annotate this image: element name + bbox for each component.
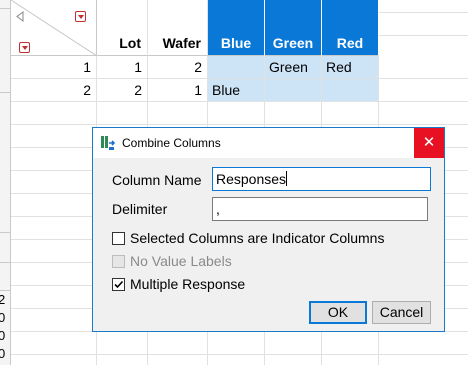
indicator-columns-checkbox[interactable] [112,232,125,245]
combine-columns-dialog: Combine Columns ✕ Column Name Responses … [92,127,445,332]
cell-red[interactable]: Red [322,56,378,78]
row-number[interactable]: 2 [11,79,97,101]
left-strip-digit: 0 [0,328,6,343]
column-header-label: Wafer [162,35,201,51]
column-name-label: Column Name [112,172,202,188]
cell-lot[interactable]: 1 [97,56,148,78]
ok-button[interactable]: OK [309,301,367,324]
column-header-lot[interactable]: Lot [97,0,148,56]
column-header-wafer[interactable]: Wafer [148,0,208,56]
cell-red[interactable] [322,79,378,101]
column-header-label: Blue [220,35,252,51]
close-button[interactable]: ✕ [414,128,444,158]
column-name-field[interactable]: Responses [212,167,431,191]
cell-green[interactable]: Green [265,56,321,78]
left-panel-strip: 2 0 0 0 [0,0,11,365]
table-corner [11,0,97,56]
cell-green[interactable] [265,79,321,101]
multiple-response-label: Multiple Response [130,276,246,292]
cell-wafer[interactable]: 2 [148,56,208,78]
no-value-labels-checkbox[interactable] [112,255,125,268]
column-name-value: Responses [216,171,287,187]
combine-columns-icon [101,136,116,150]
column-header-label: Red [336,35,364,51]
indicator-columns-label: Selected Columns are Indicator Columns [130,230,385,246]
dialog-title: Combine Columns [122,136,221,150]
left-strip-digit: 0 [0,346,6,361]
text-caret [286,171,288,186]
no-value-labels-label: No Value Labels [130,253,232,269]
cancel-button[interactable]: Cancel [372,301,431,324]
column-header-label: Green [272,35,314,51]
column-header-green[interactable]: Green [265,0,322,56]
column-header-label: Lot [119,35,141,51]
delimiter-label: Delimiter [112,201,168,217]
dialog-titlebar[interactable]: Combine Columns ✕ [93,128,444,158]
rows-menu-icon[interactable] [19,42,30,53]
cell-blue[interactable] [208,56,264,78]
left-strip-digit: 0 [0,310,6,325]
left-strip-digit: 2 [0,292,6,307]
delimiter-field[interactable]: , [212,197,428,221]
checkmark-icon [114,280,124,289]
multiple-response-checkbox[interactable] [112,278,125,291]
cell-wafer[interactable]: 1 [148,79,208,101]
row-number[interactable]: 1 [11,56,97,78]
column-header-red[interactable]: Red [322,0,379,56]
cell-blue[interactable]: Blue [208,79,264,101]
delimiter-value: , [216,201,220,217]
cell-lot[interactable]: 2 [97,79,148,101]
collapse-triangle-icon[interactable] [16,11,24,22]
close-icon: ✕ [422,134,436,151]
columns-menu-icon[interactable] [75,11,86,22]
column-header-blue[interactable]: Blue [208,0,265,56]
